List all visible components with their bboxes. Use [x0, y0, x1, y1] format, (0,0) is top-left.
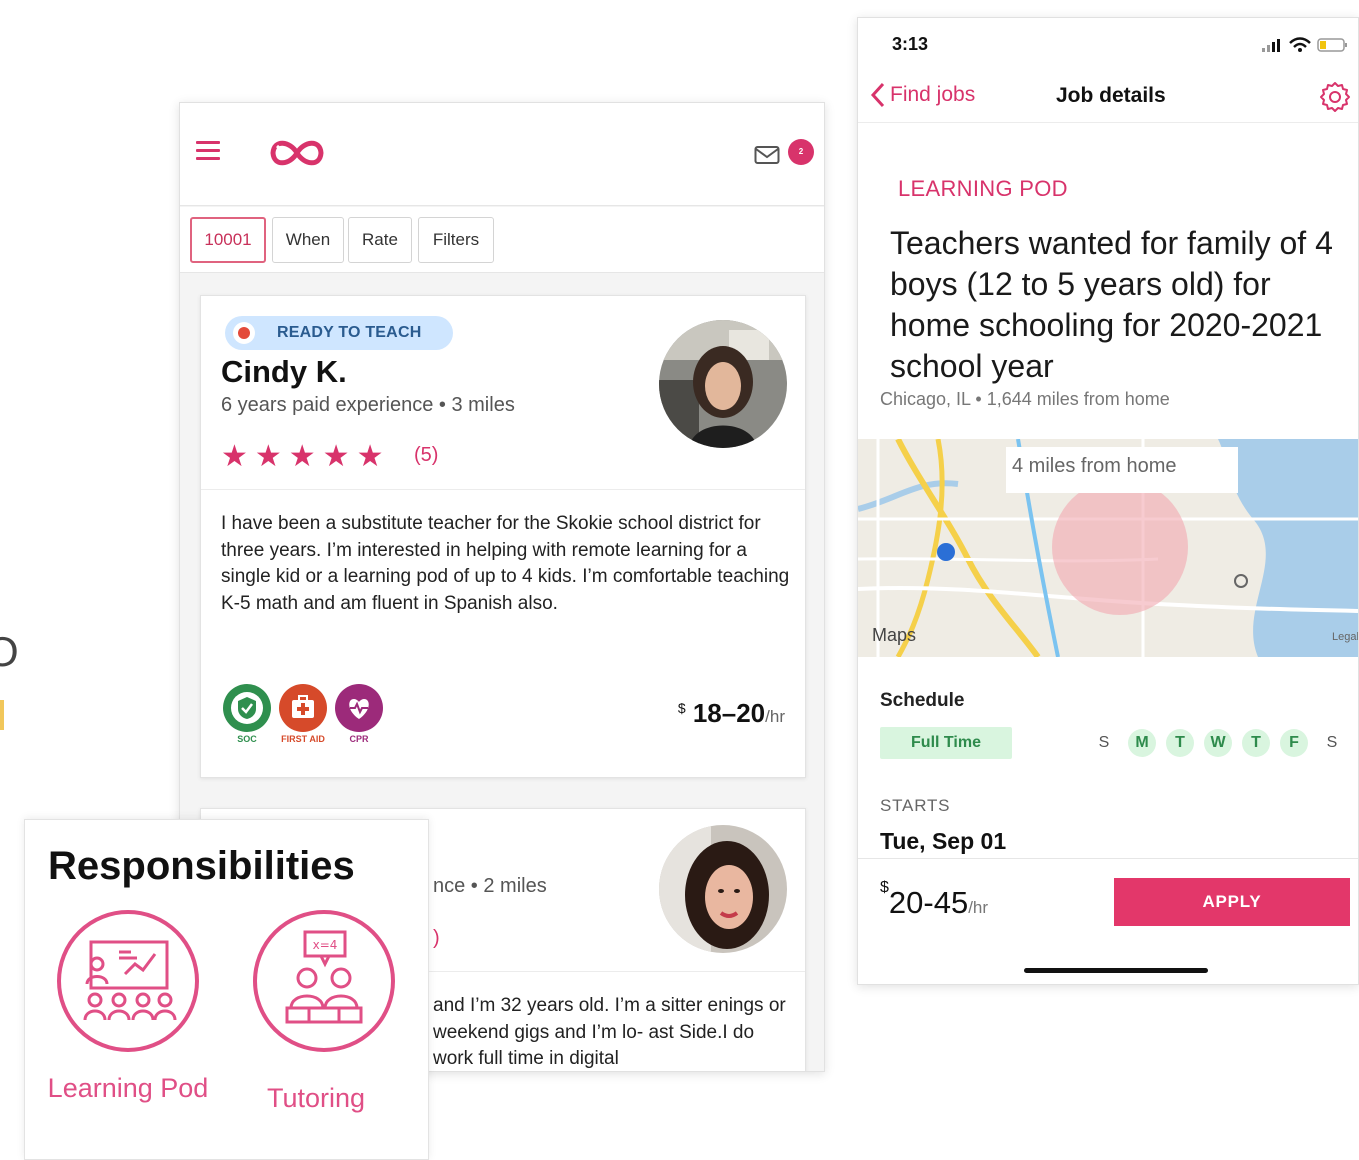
responsibility-tutoring[interactable]: Tutoring	[231, 1078, 401, 1118]
sitter-bio: I have been a substitute teacher for the…	[221, 513, 790, 614]
back-label: Find jobs	[890, 83, 976, 106]
day-thursday: T	[1242, 729, 1270, 757]
ready-to-teach-badge: READY TO TEACH	[225, 316, 453, 350]
brand-logo-icon[interactable]	[268, 133, 326, 173]
map-legal-link[interactable]: Legal	[1332, 631, 1358, 643]
responsibilities-panel: Responsibilities x=4 Learning Pod Tutori…	[24, 819, 429, 1160]
sitter-meta: nce • 2 miles	[433, 875, 547, 897]
avatar[interactable]	[659, 825, 787, 953]
pay-value: 20-45	[888, 885, 969, 920]
hamburger-menu-icon[interactable]	[196, 141, 220, 163]
rate-unit: /hr	[765, 707, 785, 726]
review-count[interactable]: (5)	[414, 444, 438, 467]
map-distance-callout: 4 miles from home	[1006, 447, 1238, 493]
cert-label-first-aid: FIRST AID	[281, 734, 325, 744]
star-rating-icon: ★★★★★	[221, 440, 391, 473]
filter-more-chip[interactable]: Filters	[418, 217, 494, 263]
first-aid-icon	[279, 684, 327, 732]
pay-unit: /hr	[968, 898, 989, 917]
rate-value: 18–20	[692, 698, 766, 728]
day-saturday: S	[1326, 734, 1338, 751]
apply-button[interactable]: APPLY	[1114, 878, 1350, 926]
status-time: 3:13	[892, 34, 929, 54]
responsibility-learning-pod[interactable]: Learning Pod	[43, 1068, 213, 1108]
schedule-type-badge: Full Time	[880, 727, 1012, 759]
learning-pod-icon[interactable]	[55, 908, 201, 1054]
sitter-name[interactable]: Cindy K.	[221, 354, 347, 390]
day-tuesday: T	[1166, 729, 1194, 757]
card-divider	[201, 489, 805, 490]
filter-bar: 10001 When Rate Filters	[180, 207, 824, 273]
day-wednesday: W	[1204, 729, 1232, 757]
rate-currency: $	[677, 700, 686, 716]
filter-rate-chip[interactable]: Rate	[348, 217, 412, 263]
job-title: Teachers wanted for family of 4 boys (12…	[890, 225, 1333, 384]
cert-label-cpr: CPR	[349, 734, 369, 744]
job-details-screen: 3:13 Find jobs Job details LEARNING POD …	[857, 17, 1359, 985]
day-sunday: S	[1098, 734, 1110, 751]
day-friday: F	[1280, 729, 1308, 757]
job-location: Chicago, IL • 1,644 miles from home	[880, 389, 1170, 409]
ready-to-teach-label: READY TO TEACH	[277, 324, 422, 341]
avatar[interactable]	[659, 320, 787, 448]
status-bar-icon	[1262, 37, 1347, 52]
job-category: LEARNING POD	[898, 176, 1068, 201]
filter-when-chip[interactable]: When	[272, 217, 344, 263]
page-title: Job details	[1056, 84, 1166, 107]
edge-accent	[0, 700, 4, 730]
hourly-rate: $ 18–20/hr	[678, 698, 785, 729]
start-date: Tue, Sep 01	[880, 828, 1007, 854]
day-monday: M	[1128, 729, 1156, 757]
edge-text-fragment: O	[0, 628, 19, 675]
top-bar: 2	[180, 103, 824, 206]
svg-text:x=4: x=4	[313, 938, 338, 952]
heart-pulse-icon	[335, 684, 383, 732]
filter-zip-chip[interactable]: 10001	[190, 217, 266, 263]
cert-label-soc: SOC	[237, 734, 257, 744]
shield-check-icon	[223, 684, 271, 732]
schedule-label: Schedule	[880, 690, 965, 711]
gear-icon[interactable]	[1318, 80, 1352, 114]
nav-divider	[858, 122, 1358, 123]
review-count[interactable]: )	[433, 927, 440, 950]
maps-brand: Maps	[872, 625, 917, 645]
tutoring-icon[interactable]: x=4	[251, 908, 397, 1054]
back-button[interactable]: Find jobs	[870, 82, 975, 108]
notification-badge[interactable]: 2	[788, 139, 814, 165]
home-indicator[interactable]	[1024, 968, 1208, 973]
pay-currency: $	[880, 878, 889, 896]
mail-icon[interactable]	[754, 145, 780, 165]
sitter-card[interactable]: READY TO TEACH Cindy K. 6 years paid exp…	[200, 295, 806, 778]
sitter-bio: and I’m 32 years old. I’m a sitter ening…	[433, 995, 786, 1069]
responsibilities-title: Responsibilities	[48, 844, 355, 888]
starts-label: STARTS	[880, 796, 951, 815]
apple-icon	[233, 322, 255, 344]
job-map[interactable]: 4 miles from home Maps Legal	[858, 439, 1358, 657]
sitter-meta: 6 years paid experience • 3 miles	[221, 394, 515, 416]
chevron-left-icon	[870, 82, 885, 108]
pay-range: $20-45/hr	[880, 879, 989, 921]
footer-divider	[858, 858, 1358, 859]
